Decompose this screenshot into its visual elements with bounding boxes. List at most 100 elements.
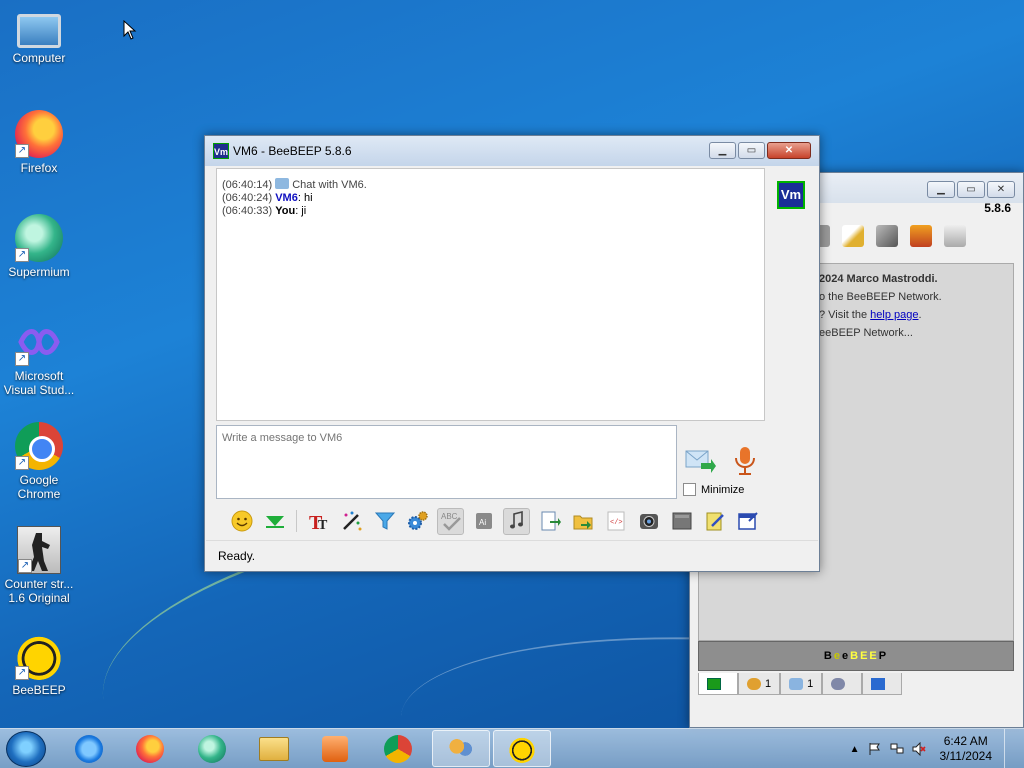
chat-window-titlebar: Vm VM6 - BeeBEEP 5.8.6 ▁ ▭ ✕ — [205, 136, 819, 166]
taskbar-firefox[interactable] — [121, 730, 179, 767]
network-icon[interactable] — [890, 742, 904, 756]
taskbar-explorer[interactable] — [245, 730, 303, 767]
chat-history[interactable]: (06:40:14) Chat with VM6. (06:40:24) VM6… — [216, 168, 765, 421]
tools-icon[interactable] — [876, 225, 898, 247]
desktop-icon-label: Microsoft Visual Stud... — [3, 369, 75, 397]
network-icon — [871, 677, 886, 690]
expand-button[interactable] — [261, 508, 288, 535]
taskbar-supermium[interactable] — [183, 730, 241, 767]
send-icon — [685, 450, 716, 473]
show-desktop-button[interactable] — [1004, 729, 1016, 768]
internet-explorer-icon — [75, 734, 103, 763]
mouse-cursor-icon — [123, 20, 137, 40]
toolbar-separator — [296, 510, 297, 532]
desktop-icon-beebeep[interactable]: ↗ BeeBEEP — [2, 632, 76, 697]
tab-network[interactable] — [862, 673, 903, 695]
edit-notes-button[interactable] — [701, 508, 728, 535]
users-icon — [747, 677, 761, 690]
taskbar-network-app[interactable] — [432, 730, 490, 767]
chat-window: Vm VM6 - BeeBEEP 5.8.6 ▁ ▭ ✕ (06:40:14) … — [204, 135, 820, 572]
maximize-button[interactable]: ▭ — [738, 142, 765, 159]
bee-icon — [508, 734, 536, 763]
chat-icon — [707, 677, 721, 690]
desktop-icon-supermium[interactable]: ↗ Supermium — [2, 214, 76, 279]
tab-groups[interactable] — [822, 673, 863, 695]
taskbar-ie[interactable] — [60, 730, 118, 767]
user-avatar[interactable]: Vm — [777, 181, 805, 209]
settings-button[interactable] — [404, 508, 431, 535]
desktop-icon-chrome[interactable]: ↗ Google Chrome — [2, 422, 76, 501]
chat-toolbar: TT ABC Ai </> — [216, 504, 808, 538]
color-button[interactable] — [338, 508, 365, 535]
screen-icon — [672, 512, 691, 530]
taskbar-beebeep[interactable] — [493, 730, 551, 767]
filter-icon — [374, 512, 395, 530]
bee-icon: ↗ — [15, 632, 63, 680]
minimize-option[interactable]: Minimize — [683, 483, 744, 496]
close-button[interactable]: ✕ — [987, 181, 1015, 198]
tab-users[interactable]: 1 — [738, 673, 781, 695]
desktop-icon-label: Google Chrome — [17, 473, 61, 501]
folder-arrow-icon — [573, 515, 592, 530]
window-icon — [737, 512, 758, 530]
desktop-icon-computer[interactable]: Computer — [2, 8, 76, 65]
tab-chat[interactable] — [698, 673, 738, 695]
edit-icon[interactable] — [842, 225, 864, 247]
minimize-label: Minimize — [701, 483, 745, 496]
emoticon-button[interactable] — [228, 508, 255, 535]
send-button[interactable] — [685, 448, 717, 474]
main-tabs: 1 1 — [698, 673, 903, 695]
font-icon: TT — [309, 512, 328, 533]
counter-strike-icon: ↗ — [17, 526, 61, 574]
save-chat-button[interactable] — [536, 508, 563, 535]
word-complete-button[interactable]: Ai — [470, 508, 497, 535]
trash-icon[interactable] — [944, 225, 966, 247]
main-toolbar — [810, 225, 966, 247]
status-bar: Ready. — [206, 540, 818, 570]
chrome-icon: ↗ — [15, 422, 63, 470]
close-button[interactable]: ✕ — [767, 142, 811, 159]
update-icon[interactable] — [910, 225, 932, 247]
desktop-icon-visual-studio[interactable]: ↗ Microsoft Visual Stud... — [2, 318, 76, 397]
clock-date: 3/11/2024 — [939, 749, 993, 763]
font-button[interactable]: TT — [305, 508, 332, 535]
clear-chat-button[interactable] — [668, 508, 695, 535]
start-button[interactable] — [6, 731, 46, 767]
taskbar-media-player[interactable] — [306, 730, 364, 767]
show-hidden-icons-icon[interactable]: ▲ — [850, 744, 860, 755]
spellcheck-button[interactable]: ABC — [437, 507, 464, 535]
filter-button[interactable] — [371, 508, 398, 535]
sound-button[interactable] — [503, 507, 530, 535]
svg-text:</>: </> — [610, 519, 623, 527]
computer-icon — [17, 14, 61, 48]
minimize-button[interactable]: ▁ — [709, 142, 736, 159]
voice-message-button[interactable] — [733, 446, 757, 476]
volume-muted-icon[interactable] — [912, 742, 926, 756]
beebeep-banner: BeeBEEP — [698, 641, 1014, 671]
minimize-button[interactable]: ▁ — [927, 181, 955, 198]
notepad-icon — [706, 512, 724, 531]
detach-chat-button[interactable] — [734, 508, 761, 535]
maximize-button[interactable]: ▭ — [957, 181, 985, 198]
help-page-link[interactable]: help page — [870, 309, 918, 321]
chats-icon — [789, 677, 804, 690]
send-code-button[interactable]: </> — [602, 508, 629, 535]
taskbar-clock[interactable]: 6:42 AM 3/11/2024 — [940, 734, 993, 764]
chat-message: (06:40:14) Chat with VM6. — [222, 178, 367, 191]
desktop-icon-firefox[interactable]: ↗ Firefox — [2, 110, 76, 175]
desktop-icon-label: Firefox — [20, 161, 58, 175]
minimize-checkbox[interactable] — [683, 483, 696, 496]
taskbar-chrome[interactable] — [369, 730, 427, 767]
visual-studio-icon: ↗ — [15, 318, 63, 366]
window-title: VM6 - BeeBEEP 5.8.6 — [233, 144, 352, 158]
message-input[interactable] — [216, 425, 677, 499]
screenshot-button[interactable] — [635, 508, 662, 535]
desktop-icon-label: Supermium — [8, 265, 70, 279]
desktop-icon-counter-strike[interactable]: ↗ Counter str... 1.6 Original — [2, 526, 76, 605]
version-label: 5.8.6 — [984, 201, 1011, 215]
magic-wand-icon — [342, 511, 361, 531]
flag-icon[interactable] — [868, 742, 882, 756]
tab-chats[interactable]: 1 — [780, 673, 823, 695]
music-note-icon — [509, 510, 523, 529]
send-file-button[interactable] — [569, 508, 596, 535]
